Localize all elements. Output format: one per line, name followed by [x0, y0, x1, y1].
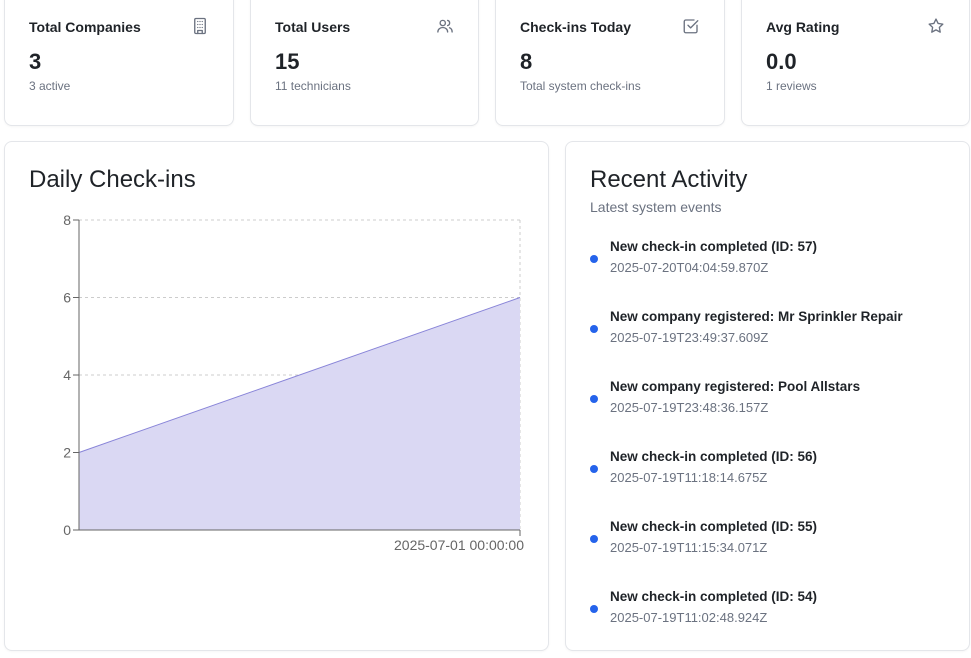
y-tick-label-0: 0	[63, 522, 71, 538]
activity-timestamp: 2025-07-20T04:04:59.870Z	[610, 260, 769, 275]
activity-text: New company registered: Pool Allstars	[610, 379, 861, 394]
daily-check-ins-panel: Daily Check-ins 0 2 4 6 8 2025-07-01 00:00:00	[4, 141, 549, 651]
activity-item: New check-in completed (ID: 54) 2025-07-…	[590, 588, 953, 658]
activity-text: New check-in completed (ID: 57)	[610, 239, 818, 254]
stat-subtext: 3 active	[29, 79, 71, 93]
activity-text: New company registered: Mr Sprinkler Rep…	[610, 309, 903, 324]
stat-subtext: 1 reviews	[766, 79, 817, 93]
area-fill	[79, 297, 520, 530]
stat-subtext: 11 technicians	[275, 79, 351, 93]
y-tick-label-1: 2	[63, 445, 71, 461]
status-dot	[590, 255, 598, 263]
stat-card-check-ins-today: Check-ins Today 8 Total system check-ins	[495, 0, 725, 126]
status-dot	[590, 605, 598, 613]
status-dot	[590, 465, 598, 473]
stat-title: Avg Rating	[766, 19, 840, 35]
activity-item: New check-in completed (ID: 55) 2025-07-…	[590, 518, 953, 588]
activity-timestamp: 2025-07-19T23:49:37.609Z	[610, 330, 769, 345]
y-tick-label-3: 6	[63, 290, 71, 306]
data-point-1	[519, 296, 522, 299]
status-dot	[590, 535, 598, 543]
activity-timestamp: 2025-07-19T11:02:48.924Z	[610, 610, 768, 625]
stat-title: Total Companies	[29, 19, 141, 35]
status-dot	[590, 395, 598, 403]
activity-item: New check-in completed (ID: 57) 2025-07-…	[590, 238, 953, 308]
panel-title: Recent Activity	[590, 166, 748, 193]
activity-text: New check-in completed (ID: 56)	[610, 449, 818, 464]
star-icon	[927, 17, 945, 35]
activity-timestamp: 2025-07-19T11:18:14.675Z	[610, 470, 768, 485]
panel-subtitle: Latest system events	[590, 199, 722, 215]
activity-list: New check-in completed (ID: 57) 2025-07-…	[590, 238, 953, 658]
stat-value: 0.0	[766, 49, 797, 74]
activity-item: New company registered: Pool Allstars 20…	[590, 378, 953, 448]
y-tick-label-4: 8	[63, 212, 71, 228]
stat-card-avg-rating: Avg Rating 0.0 1 reviews	[741, 0, 970, 126]
stat-card-total-users: Total Users 15 11 technicians	[250, 0, 479, 126]
recent-activity-panel: Recent Activity Latest system events New…	[565, 141, 970, 651]
y-tick-label-2: 4	[63, 367, 71, 383]
stat-title: Total Users	[275, 19, 351, 35]
activity-text: New check-in completed (ID: 55)	[610, 519, 818, 534]
activity-text: New check-in completed (ID: 54)	[610, 589, 818, 604]
building-icon	[191, 17, 209, 35]
check-square-icon	[682, 17, 700, 35]
stat-value: 8	[520, 49, 533, 74]
stat-card-total-companies: Total Companies 3 3 active	[4, 0, 234, 126]
activity-item: New check-in completed (ID: 56) 2025-07-…	[590, 448, 953, 518]
stat-subtext: Total system check-ins	[520, 79, 641, 93]
activity-item: New company registered: Mr Sprinkler Rep…	[590, 308, 953, 378]
activity-timestamp: 2025-07-19T11:15:34.071Z	[610, 540, 768, 555]
status-dot	[590, 325, 598, 333]
activity-timestamp: 2025-07-19T23:48:36.157Z	[610, 400, 769, 415]
users-icon	[436, 17, 454, 35]
daily-check-ins-chart: 0 2 4 6 8 2025-07-01 00:00:00	[63, 212, 524, 553]
stat-title: Check-ins Today	[520, 19, 631, 35]
stat-value: 15	[275, 49, 300, 74]
stat-value: 3	[29, 49, 42, 74]
x-tick-label-1: 2025-07-01 00:00:00	[394, 537, 524, 553]
